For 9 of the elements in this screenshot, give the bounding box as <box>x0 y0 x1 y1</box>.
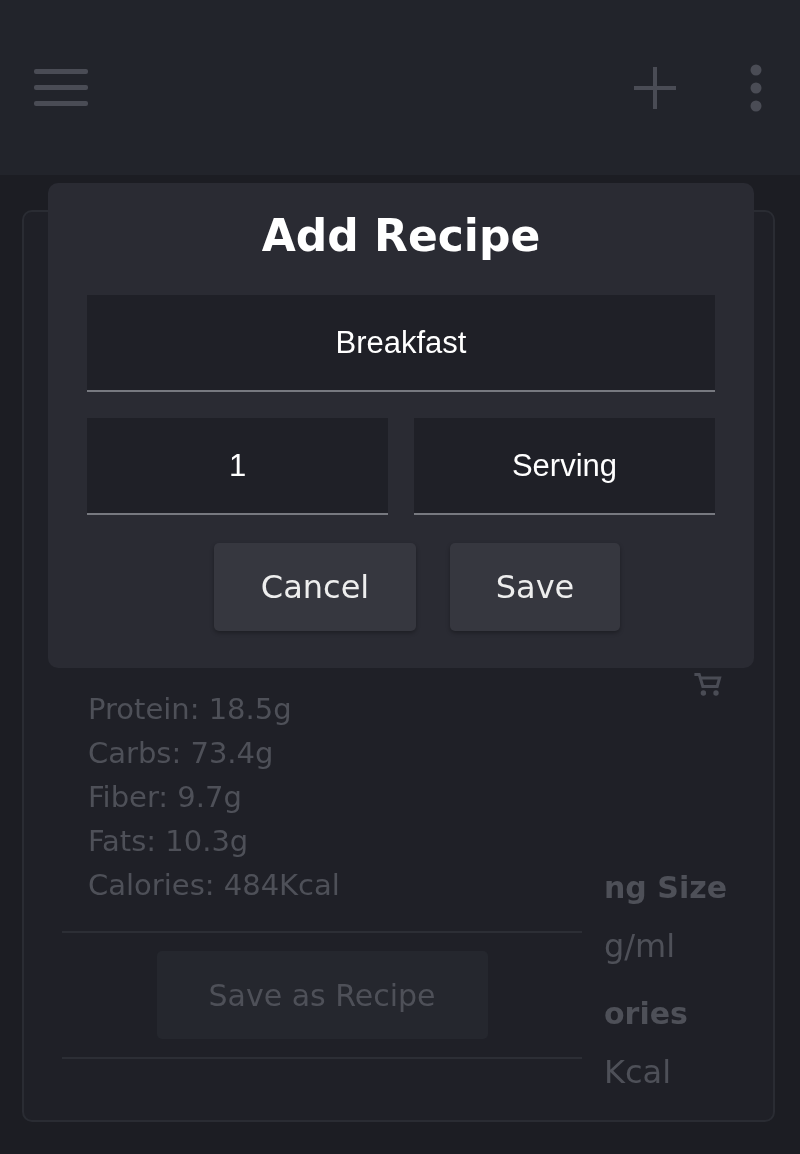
dialog-title: Add Recipe <box>260 209 542 263</box>
recipe-name-field[interactable]: Breakfast <box>87 295 715 392</box>
unit-field[interactable]: Serving <box>414 418 715 515</box>
menu-icon[interactable] <box>34 68 88 107</box>
more-icon[interactable] <box>750 63 762 112</box>
dialog-button[interactable]: Cancel <box>214 543 416 631</box>
add-icon[interactable] <box>634 66 676 109</box>
amount-field[interactable]: 1 <box>87 418 388 515</box>
dialog-button[interactable]: Save <box>450 543 620 631</box>
